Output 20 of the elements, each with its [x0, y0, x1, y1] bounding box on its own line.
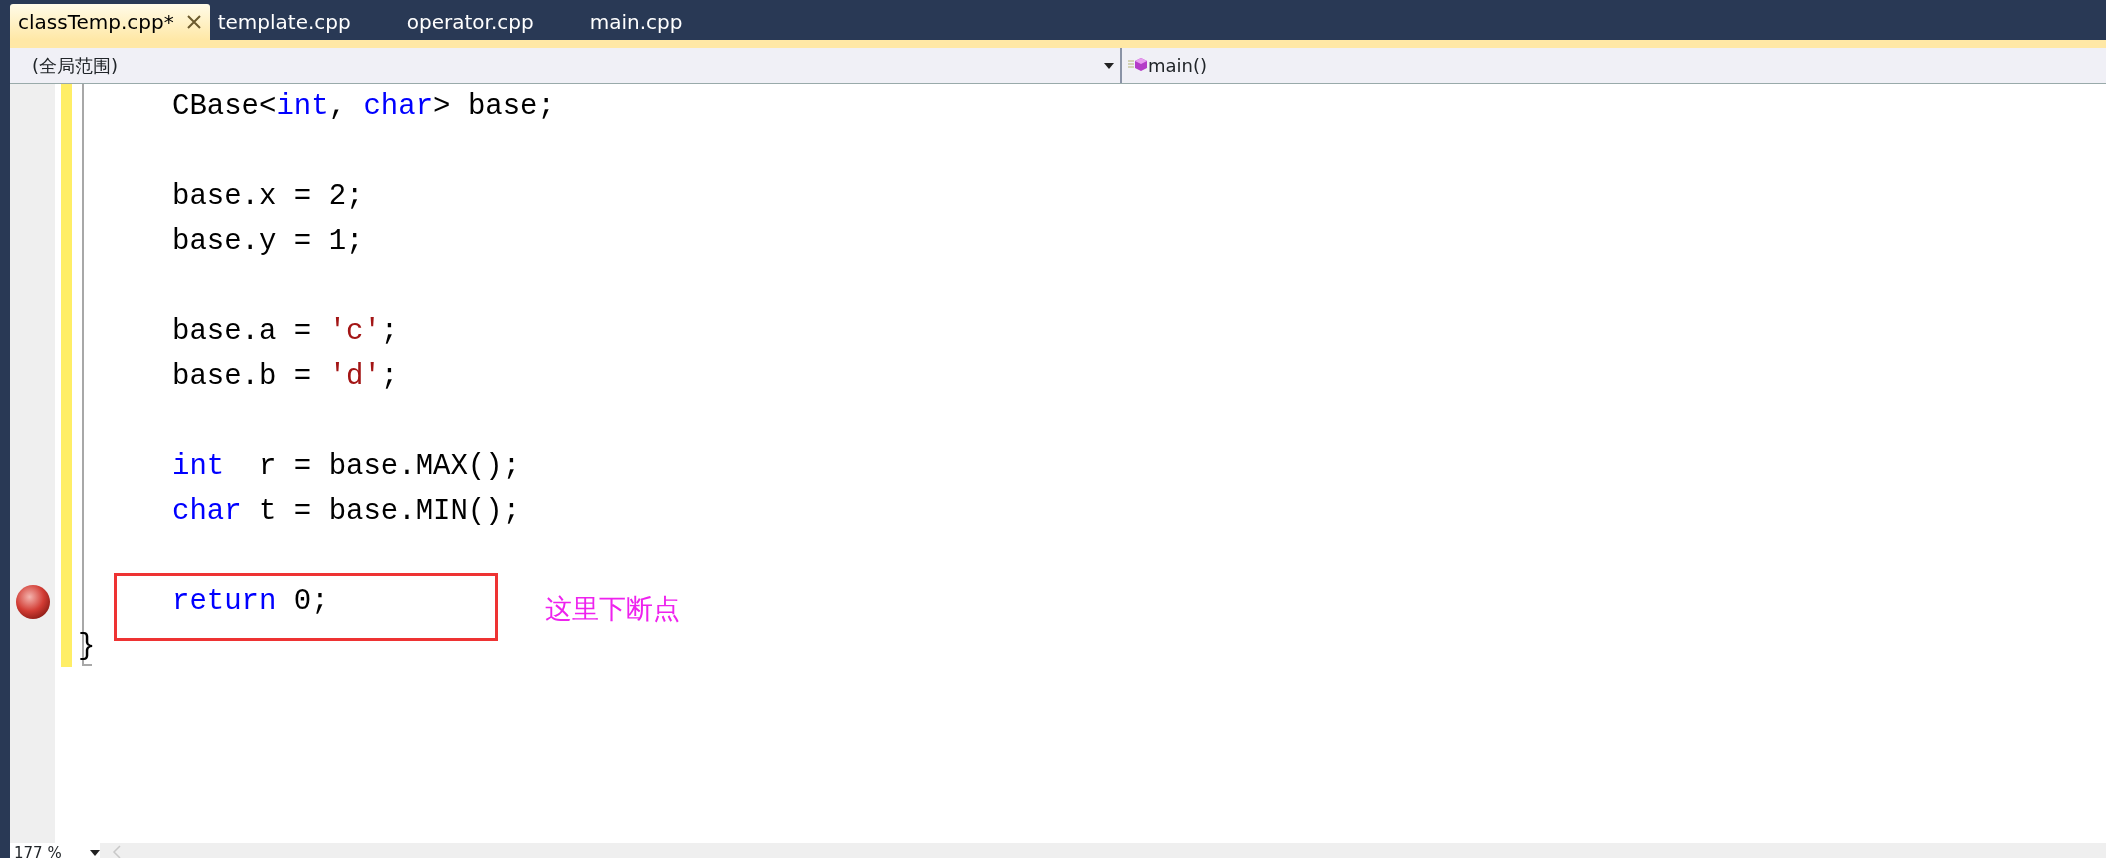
- member-dropdown[interactable]: main(): [1122, 48, 2106, 83]
- code-line: base.a = 'c';: [172, 313, 399, 350]
- code-line: base.y = 1;: [172, 223, 364, 260]
- close-icon: [185, 14, 202, 30]
- tab[interactable]: operator.cpp: [398, 4, 542, 40]
- tab[interactable]: classTemp.cpp*: [10, 4, 210, 40]
- tab[interactable]: template.cpp: [209, 4, 359, 40]
- code-line: base.x = 2;: [172, 178, 364, 215]
- code-line: CBase<int, char> base;: [172, 88, 555, 125]
- code-line: base.b = 'd';: [172, 358, 399, 395]
- code-line: }: [78, 628, 96, 665]
- zoom-dropdown[interactable]: 177 %: [10, 843, 100, 858]
- code-line: char t = base.MIN();: [172, 493, 521, 530]
- scroll-left-icon: [112, 845, 122, 858]
- tab[interactable]: main.cpp: [581, 4, 691, 40]
- annotation-text: 这里下断点: [545, 593, 680, 626]
- code-line: int r = base.MAX();: [172, 448, 521, 485]
- code-line: return 0;: [172, 583, 329, 620]
- dropdown-arrow-icon: [1104, 62, 1114, 69]
- dropdown-arrow-icon: [90, 850, 100, 856]
